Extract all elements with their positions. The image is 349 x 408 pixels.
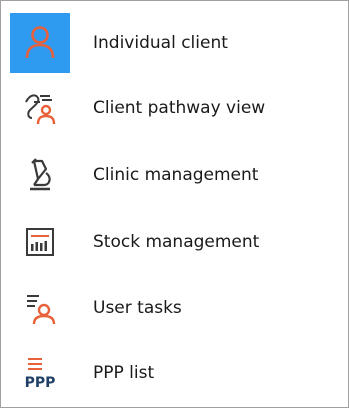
menu-item-clinic-management[interactable]: Clinic management bbox=[1, 143, 348, 207]
ppp-list-icon: PPP bbox=[10, 343, 70, 403]
menu-item-label: User tasks bbox=[93, 298, 182, 318]
microscope-icon bbox=[10, 145, 70, 205]
menu-item-label: PPP list bbox=[93, 363, 155, 383]
stock-chart-icon bbox=[10, 212, 70, 272]
user-tasks-icon bbox=[10, 278, 70, 338]
person-icon bbox=[10, 13, 70, 73]
menu-item-individual-client[interactable]: Individual client bbox=[1, 11, 348, 75]
menu-item-ppp-list[interactable]: PPP PPP list bbox=[1, 341, 348, 405]
menu-item-label: Individual client bbox=[93, 33, 228, 53]
menu-item-stock-management[interactable]: Stock management bbox=[1, 210, 348, 274]
pathway-icon bbox=[10, 78, 70, 138]
ppp-icon-text: PPP bbox=[25, 375, 56, 391]
menu-item-label: Stock management bbox=[93, 232, 260, 252]
menu-item-user-tasks[interactable]: User tasks bbox=[1, 276, 348, 340]
menu-item-label: Clinic management bbox=[93, 165, 259, 185]
navigation-menu: Individual client Client pathway view Cl… bbox=[0, 0, 349, 408]
menu-item-label: Client pathway view bbox=[93, 98, 266, 118]
menu-item-client-pathway-view[interactable]: Client pathway view bbox=[1, 76, 348, 140]
